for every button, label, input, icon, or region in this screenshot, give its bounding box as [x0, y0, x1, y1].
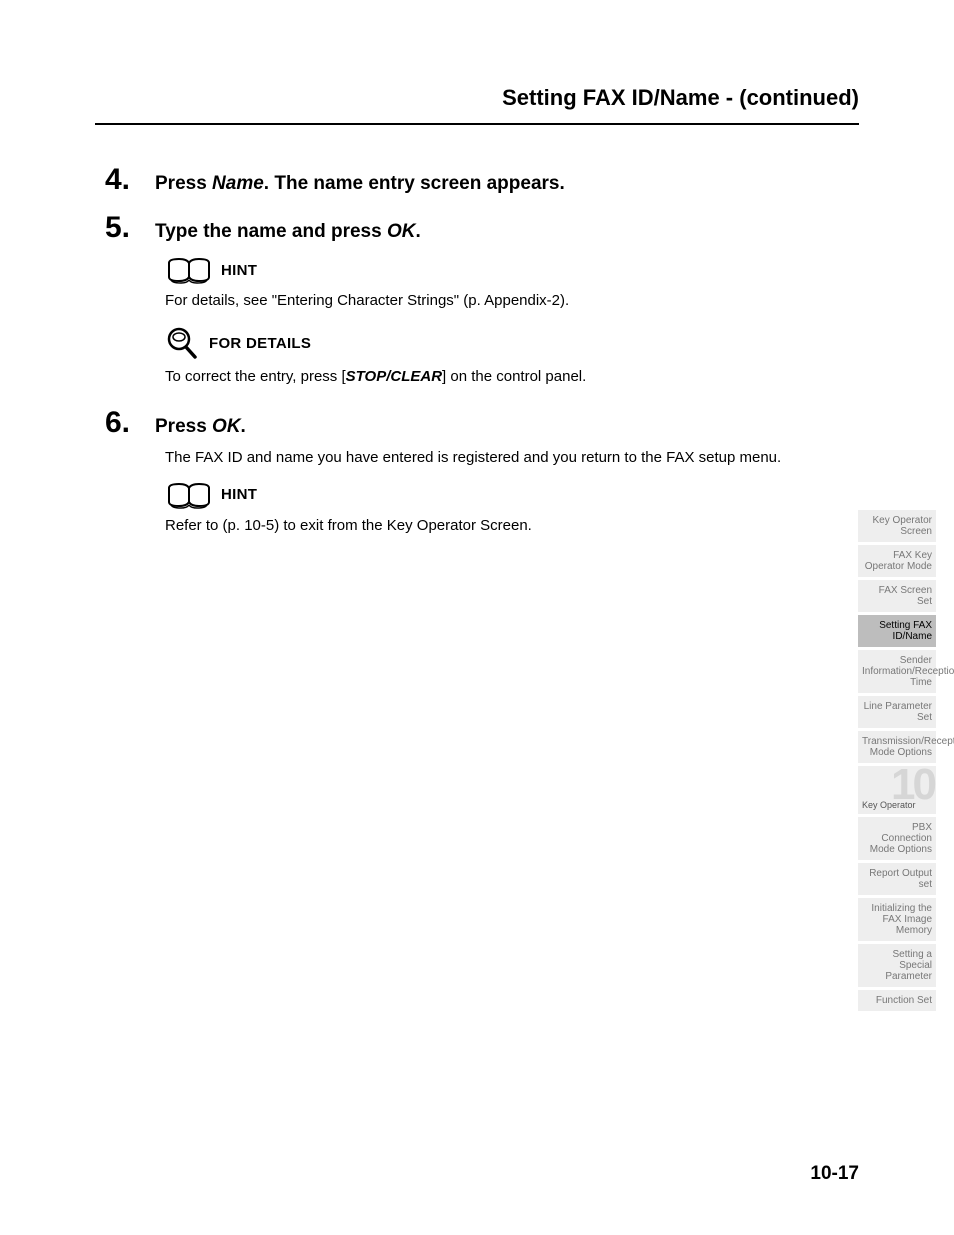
- sidebar-item-sender-information[interactable]: Sender Information/Reception Time: [858, 650, 936, 693]
- hint-1-body: For details, see "Entering Character Str…: [165, 291, 835, 311]
- sidebar-nav: Key Operator Screen FAX Key Operator Mod…: [858, 510, 936, 1014]
- hint-2-row: HINT: [165, 480, 835, 510]
- step-5-tail: .: [415, 221, 420, 242]
- sidebar-item-fax-key-operator-mode[interactable]: FAX Key Operator Mode: [858, 545, 936, 577]
- step-5-em: OK: [387, 221, 416, 242]
- main-content: 4. Press Name. The name entry screen app…: [95, 163, 835, 536]
- step-4-tail: . The name entry screen appears.: [264, 173, 565, 194]
- step-6-body: The FAX ID and name you have entered is …: [165, 448, 835, 468]
- book-icon: [165, 255, 213, 285]
- step-6-em: OK: [212, 416, 241, 437]
- book-icon: [165, 480, 213, 510]
- magnifier-icon: [165, 325, 201, 361]
- step-6-number: 6.: [95, 406, 155, 440]
- step-6-lead: Press: [155, 416, 212, 437]
- sidebar-item-setting-fax-id-name[interactable]: Setting FAX ID/Name: [858, 615, 936, 647]
- page-number: 10-17: [810, 1163, 859, 1185]
- step-5-lead: Type the name and press: [155, 221, 387, 242]
- step-4-number: 4.: [95, 163, 155, 197]
- hint-2-body: Refer to (p. 10-5) to exit from the Key …: [165, 516, 835, 536]
- sidebar-item-report-output-set[interactable]: Report Output set: [858, 863, 936, 895]
- for-details-label: FOR DETAILS: [209, 335, 311, 352]
- page-header-title: Setting FAX ID/Name - (continued): [95, 85, 859, 111]
- sidebar-item-setting-special-parameter[interactable]: Setting a Special Parameter: [858, 944, 936, 987]
- header-rule: [95, 123, 859, 125]
- sidebar-item-initializing-fax-image-memory[interactable]: Initializing the FAX Image Memory: [858, 898, 936, 941]
- step-4-lead: Press: [155, 173, 212, 194]
- details-body-em: STOP/CLEAR: [346, 368, 442, 385]
- step-5-number: 5.: [95, 211, 155, 245]
- step-4-text: Press Name. The name entry screen appear…: [155, 173, 565, 195]
- sidebar-item-transmission-reception[interactable]: Transmission/Reception Mode Options: [858, 731, 936, 763]
- chapter-label: Key Operator: [862, 800, 916, 810]
- sidebar-item-line-parameter-set[interactable]: Line Parameter Set: [858, 696, 936, 728]
- details-body-lead: To correct the entry, press [: [165, 368, 346, 385]
- sidebar-item-pbx-connection[interactable]: PBX Connection Mode Options: [858, 817, 936, 860]
- step-4: 4. Press Name. The name entry screen app…: [95, 163, 835, 197]
- step-6-tail: .: [241, 416, 246, 437]
- sidebar-item-fax-screen-set[interactable]: FAX Screen Set: [858, 580, 936, 612]
- hint-1-label: HINT: [221, 262, 257, 279]
- details-body-tail: ] on the control panel.: [442, 368, 586, 385]
- chapter-tab[interactable]: 10 Key Operator: [858, 766, 936, 814]
- hint-1-row: HINT: [165, 255, 835, 285]
- step-4-em: Name: [212, 173, 264, 194]
- for-details-row: FOR DETAILS: [165, 325, 835, 361]
- step-5-text: Type the name and press OK.: [155, 221, 421, 243]
- step-6-text: Press OK.: [155, 416, 246, 438]
- hint-2-label: HINT: [221, 486, 257, 503]
- step-6: 6. Press OK.: [95, 406, 835, 440]
- for-details-body: To correct the entry, press [STOP/CLEAR]…: [165, 367, 835, 387]
- sidebar-item-key-operator-screen[interactable]: Key Operator Screen: [858, 510, 936, 542]
- step-5: 5. Type the name and press OK.: [95, 211, 835, 245]
- sidebar-item-function-set[interactable]: Function Set: [858, 990, 936, 1011]
